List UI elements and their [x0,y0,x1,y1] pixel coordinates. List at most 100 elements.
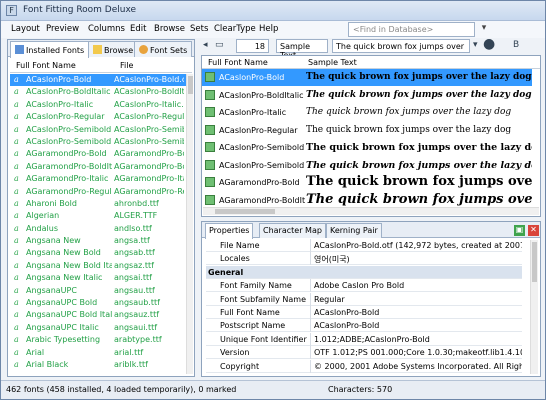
sample-row[interactable]: AGaramondPro-BoldIt... The quick brown fo… [202,192,532,209]
tab-installed-fonts[interactable]: Installed Fonts [10,41,90,58]
sample-mode-select[interactable]: Sample Text [276,39,328,60]
sample-row[interactable]: ACaslonPro-Semibold The quick brown fox j… [202,139,532,156]
font-list-row[interactable]: a Angsana New Bold Italicangsaz.ttf [10,260,186,272]
scrollbar-thumb[interactable] [532,242,537,282]
find-dropdown-icon[interactable]: ▾ [477,23,491,36]
property-key: Full Font Name [220,308,280,317]
scrollbar-thumb[interactable] [215,209,275,214]
column-sample-text[interactable]: Sample Text [308,58,357,67]
sample-row[interactable]: AGaramondPro-Bold The quick brown fox jum… [202,174,532,191]
column-full-font-name[interactable]: Full Font Name [16,61,76,70]
tab-browse[interactable]: Browse [88,41,139,57]
sample-font-name: ACaslonPro-BoldItalic [219,90,304,100]
dropdown-arrow-icon[interactable]: ▾ [473,40,478,50]
property-row[interactable]: Locales 영어(미국) [206,252,522,266]
tab-kerning-pair[interactable]: Kerning Pair [326,223,382,238]
sample-row[interactable]: ACaslonPro-Regular The quick brown fox ju… [202,122,532,139]
font-list-row[interactable]: a Angsana New angsa.ttf [10,235,186,247]
font-list-row[interactable]: a AngsanaUPC Italic angsaui.ttf [10,322,186,334]
sample-row[interactable]: ACaslonPro-BoldItalic The quick brown fox… [202,87,532,104]
font-size-icon[interactable]: ◂ [203,40,208,50]
font-list-row[interactable]: a Angsana New Bold angsab.ttf [10,247,186,259]
property-value: Regular [314,294,345,304]
font-size-slider-icon[interactable]: ▭ [215,40,224,50]
font-list-row[interactable]: a AGaramondPro-Italic AGaramondPro-Italic.… [10,173,186,185]
font-file: ahronbd.ttf [114,198,159,208]
scrollbar-thumb[interactable] [188,76,193,94]
menu-cleartype[interactable]: ClearType [214,24,256,34]
sample-font-name: AGaramondPro-BoldIt... [219,195,305,205]
menu-help[interactable]: Help [259,24,278,34]
sample-row[interactable]: ACaslonPro-Italic The quick brown fox jum… [202,104,532,121]
font-list-row[interactable]: a AngsanaUPC Bold angsaub.ttf [10,297,186,309]
save-icon[interactable]: ▣ [514,225,525,236]
font-file: angsau.ttf [114,285,155,295]
font-list-row[interactable]: a ACaslonPro-SemiboldACaslonPro-Semibold.… [10,124,186,136]
font-size-spinner[interactable]: 18 [236,39,269,53]
font-list-row[interactable]: a Arial Black ariblk.ttf [10,359,186,371]
font-list-row[interactable]: a Aharoni Bold ahronbd.ttf [10,198,186,210]
font-list-row[interactable]: a ACaslonPro-Bold ACaslonPro-Bold.otf [10,74,186,87]
property-value: ACaslonPro-Bold [314,321,380,331]
property-row[interactable]: Postscript Name ACaslonPro-Bold [206,319,522,333]
font-list-row[interactable]: a Andalus andlso.ttf [10,223,186,235]
font-list-row[interactable]: a ACaslonPro-BoldItalicACaslonPro-BoldIta… [10,86,186,98]
font-list-pane: Installed Fonts Browse Font Sets Full Fo… [7,39,195,377]
property-row[interactable]: Copyright © 2000, 2001 Adobe Systems Inco… [206,359,522,373]
property-category[interactable]: General [206,265,522,279]
property-row[interactable]: Version OTF 1.012;PS 001.000;Core 1.0.30;… [206,346,522,360]
sample-row[interactable]: ACaslonPro-SemiboldI... The quick brown f… [202,157,532,174]
font-name: Angsana New [26,236,81,246]
menu-layout[interactable]: Layout [11,24,40,34]
font-list-scrollbar[interactable] [186,74,193,374]
color-icon[interactable]: ● [483,36,495,52]
column-file[interactable]: File [120,61,133,70]
property-row[interactable]: Font Subfamily Name Regular [206,292,522,306]
property-row[interactable]: Unique Font Identifier 1.012;ADBE;ACaslon… [206,332,522,346]
font-list-row[interactable]: a Arial arial.ttf [10,347,186,359]
font-name: Arial Black [26,359,69,369]
left-tabs: Installed Fonts Browse Font Sets [8,40,194,58]
sample-row[interactable]: ACaslonPro-Bold The quick brown fox jumps… [202,69,532,86]
property-divider [310,346,311,360]
menu-browse[interactable]: Browse [154,24,185,34]
tab-properties[interactable]: Properties [205,223,254,239]
opentype-font-icon: a [14,198,19,208]
properties-scrollbar[interactable] [530,240,538,374]
font-list-row[interactable]: a Arabic Typesetting arabtype.ttf [10,334,186,346]
menu-sets[interactable]: Sets [190,24,208,34]
font-list-row[interactable]: a AGaramondPro-BoldItalicAGaramondPro-Bol… [10,161,186,173]
menu-preview[interactable]: Preview [46,24,79,34]
column-sample-font-name[interactable]: Full Font Name [208,58,268,67]
font-list-row[interactable]: a ACaslonPro-Regular ACaslonPro-Regular.ot… [10,111,186,123]
pane-splitter[interactable] [196,39,200,377]
font-name: ACaslonPro-Regular [26,112,105,122]
font-preview-icon [205,107,215,117]
find-in-database-input[interactable]: <Find in Database> [348,22,475,37]
font-list-row[interactable]: a Algerian ALGER.TTF [10,210,186,222]
property-value: OTF 1.012;PS 001.000;Core 1.0.30;makeotf… [314,348,522,358]
property-row[interactable]: File Name ACaslonPro-Bold.otf (142,972 by… [206,239,522,252]
font-list-row[interactable]: a ACaslonPro-SemiboldItalicACaslonPro-Sem… [10,136,186,148]
font-list-row[interactable]: a Angsana New Italic angsai.ttf [10,272,186,284]
font-list-row[interactable]: a AngsanaUPC Bold Italic angsauz.ttf [10,309,186,321]
close-icon[interactable]: ✕ [528,225,539,236]
sample-text-input[interactable]: The quick brown fox jumps over [332,39,470,53]
font-file: angsaz.ttf [114,260,154,270]
tab-font-sets[interactable]: Font Sets [134,41,193,57]
sample-horizontal-scrollbar[interactable] [203,207,539,215]
tab-character-map[interactable]: Character Map [259,223,326,238]
font-list-row[interactable]: a AngsanaUPC angsau.ttf [10,285,186,297]
property-value: © 2000, 2001 Adobe Systems Incorporated.… [314,361,522,371]
property-row[interactable]: Font Family Name Adobe Caslon Pro Bold [206,279,522,293]
menu-edit[interactable]: Edit [130,24,146,34]
property-row[interactable]: Full Font Name ACaslonPro-Bold [206,306,522,319]
sample-text: The quick brown fox jumps over the lazy … [306,174,532,189]
font-list-row[interactable]: a ACaslonPro-Italic ACaslonPro-Italic.otf [10,99,186,111]
font-list-row[interactable]: a AGaramondPro-Bold AGaramondPro-Bold.otf [10,148,186,160]
font-list-row[interactable]: a AGaramondPro-RegularAGaramondPro-Regula… [10,186,186,198]
tab-browse-label: Browse [104,46,134,55]
font-name: Arabic Typesetting [26,335,101,345]
bold-toggle-icon[interactable]: B [513,40,519,50]
menu-columns[interactable]: Columns [88,24,125,34]
